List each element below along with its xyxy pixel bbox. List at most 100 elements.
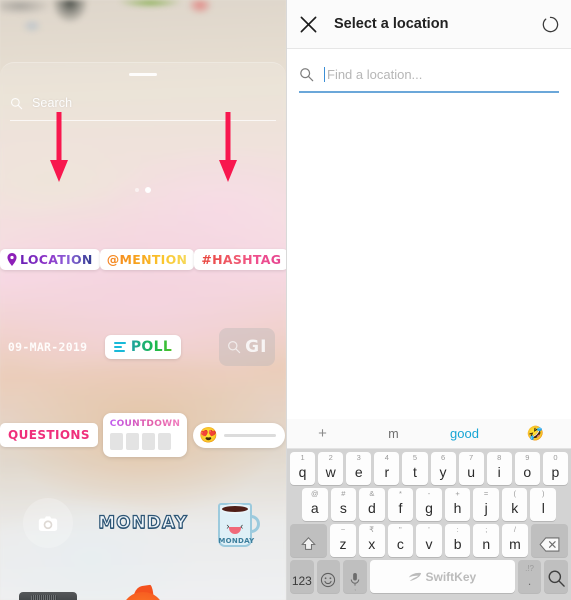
swiftkey-brand: SwiftKey xyxy=(408,570,476,584)
sticker-mention[interactable]: @MENTION xyxy=(99,248,195,270)
key-label: k xyxy=(511,500,519,516)
key-n[interactable]: ; n xyxy=(473,524,500,557)
emoji-key[interactable] xyxy=(316,560,341,593)
key-alt-label: 4 xyxy=(384,453,389,462)
key-b[interactable]: : b xyxy=(444,524,471,557)
key-label: d xyxy=(367,500,376,516)
clock-top-bar xyxy=(18,592,77,600)
key-x[interactable]: ₹ x xyxy=(358,524,385,557)
key-u[interactable]: 7 u xyxy=(458,452,484,485)
key-i[interactable]: 8 i xyxy=(486,452,512,485)
sticker-monday-mug[interactable]: ›﹏‹ MONDAY xyxy=(216,497,261,549)
key-k[interactable]: ( k xyxy=(501,488,528,521)
sticker-search-placeholder: Search xyxy=(32,96,73,110)
sticker-mention-label: @MENTION xyxy=(106,251,188,267)
suggestion-item-literal[interactable]: m xyxy=(358,427,429,441)
smiley-icon xyxy=(321,572,336,588)
sticker-gif[interactable]: GI xyxy=(219,328,276,366)
key-alt-label: 9 xyxy=(525,453,530,462)
sticker-emoji-slider[interactable]: 😍 xyxy=(193,422,285,448)
mic-key[interactable]: , xyxy=(343,560,367,593)
key-alt-label: * xyxy=(398,489,402,498)
key-label: s xyxy=(339,500,347,516)
suggestion-expand-button[interactable]: + xyxy=(287,425,358,442)
space-key[interactable]: SwiftKey xyxy=(369,560,515,593)
page-indicator-dots xyxy=(0,187,286,193)
key-e[interactable]: 3 e xyxy=(346,452,372,485)
sticker-countdown[interactable]: COUNTDOWN xyxy=(102,413,188,457)
key-w[interactable]: 2 w xyxy=(318,452,344,485)
sticker-poll[interactable]: POLL xyxy=(104,335,182,359)
sticker-location[interactable]: LOCATION xyxy=(0,248,100,270)
suggestion-item-emoji[interactable]: 🤣 xyxy=(500,425,571,442)
key-t[interactable]: 5 t xyxy=(402,452,428,485)
sticker-row: MONDAY ›﹏‹ MONDAY xyxy=(0,479,286,567)
sticker-date[interactable]: 09-MAR-2019 xyxy=(8,340,87,354)
key-a[interactable]: @ a xyxy=(301,488,328,521)
search-key[interactable] xyxy=(544,560,568,593)
key-c[interactable]: " c xyxy=(387,524,414,557)
keyboard-row-2: @ a # s & d * f - g + h = j (k) l xyxy=(288,488,570,521)
heart-eyes-emoji-icon: 😍 xyxy=(199,426,218,444)
sticker-cell: @MENTION xyxy=(99,248,195,270)
key-f[interactable]: * f xyxy=(387,488,414,521)
key-alt-label: 1 xyxy=(300,453,305,462)
sticker-hashtag[interactable]: #HASHTAG xyxy=(194,248,286,270)
key-p[interactable]: 0 p xyxy=(542,452,568,485)
key-alt-label: + xyxy=(455,489,460,498)
key-l[interactable]: ) l xyxy=(530,488,557,521)
page-dot-active[interactable] xyxy=(145,187,151,193)
sticker-lit-fire[interactable]: lit xyxy=(120,584,165,600)
key-alt-label: = xyxy=(483,489,489,498)
suggestion-item-prediction[interactable]: good xyxy=(429,426,500,441)
search-icon xyxy=(228,341,241,354)
countdown-slot xyxy=(141,433,155,450)
key-y[interactable]: 6 y xyxy=(430,452,456,485)
key-q[interactable]: 1 q xyxy=(290,452,316,485)
key-alt-label: 8 xyxy=(497,453,502,462)
sticker-camera[interactable] xyxy=(22,498,73,548)
location-search-wrap xyxy=(287,49,571,93)
backspace-key[interactable] xyxy=(530,524,568,557)
sticker-questions[interactable]: QUESTIONS xyxy=(0,423,98,447)
key-d[interactable]: & d xyxy=(359,488,385,521)
key-m[interactable]: / m xyxy=(502,524,528,557)
key-alt-label: " xyxy=(399,525,402,534)
location-search-row[interactable] xyxy=(299,65,559,91)
punctuation-key[interactable]: .!? . xyxy=(517,560,542,593)
key-label: b xyxy=(453,536,462,552)
key-label: l xyxy=(541,500,545,516)
location-search-input[interactable] xyxy=(327,65,559,84)
numbers-key[interactable]: 123 xyxy=(290,560,314,593)
key-o[interactable]: 9 o xyxy=(514,452,540,485)
backspace-icon xyxy=(539,537,560,552)
key-label: a xyxy=(310,500,319,516)
sheet-grabber-handle[interactable] xyxy=(129,73,157,76)
key-z[interactable]: ~ z xyxy=(330,524,356,557)
key-g[interactable]: - g xyxy=(416,488,442,521)
clock-speaker-grill xyxy=(30,595,57,600)
map-pin-icon xyxy=(7,252,17,266)
key-h[interactable]: + h xyxy=(444,488,471,521)
key-label: n xyxy=(482,536,491,552)
key-label: g xyxy=(425,500,433,516)
loading-spinner-icon xyxy=(542,16,559,32)
key-s[interactable]: # s xyxy=(330,488,357,521)
sticker-yass[interactable]: yass xyxy=(212,595,265,600)
emoji-slider-track[interactable] xyxy=(223,433,276,437)
sticker-cell: LOCATION xyxy=(0,248,100,270)
key-j[interactable]: = j xyxy=(473,488,499,521)
sticker-row: LOCATION @MENTION #HASHTAG xyxy=(0,215,286,303)
sticker-alarm-clock[interactable]: .MONDAY xyxy=(17,592,79,600)
key-r[interactable]: 4 r xyxy=(374,452,400,485)
key-label: . xyxy=(527,574,532,588)
sticker-search-row[interactable]: Search xyxy=(10,89,276,117)
countdown-slot xyxy=(157,433,171,450)
background-objects-blur xyxy=(0,0,286,52)
sticker-monday-text[interactable]: MONDAY xyxy=(98,512,188,533)
key-v[interactable]: ' v xyxy=(416,524,442,557)
shift-key[interactable] xyxy=(290,524,328,557)
close-icon[interactable] xyxy=(299,15,318,34)
swiftkey-keyboard: + m good 🤣 1 q 2 w 3 e 4 r 5 t 6 y 7 u 8… xyxy=(287,419,571,600)
page-dot[interactable] xyxy=(135,188,139,192)
